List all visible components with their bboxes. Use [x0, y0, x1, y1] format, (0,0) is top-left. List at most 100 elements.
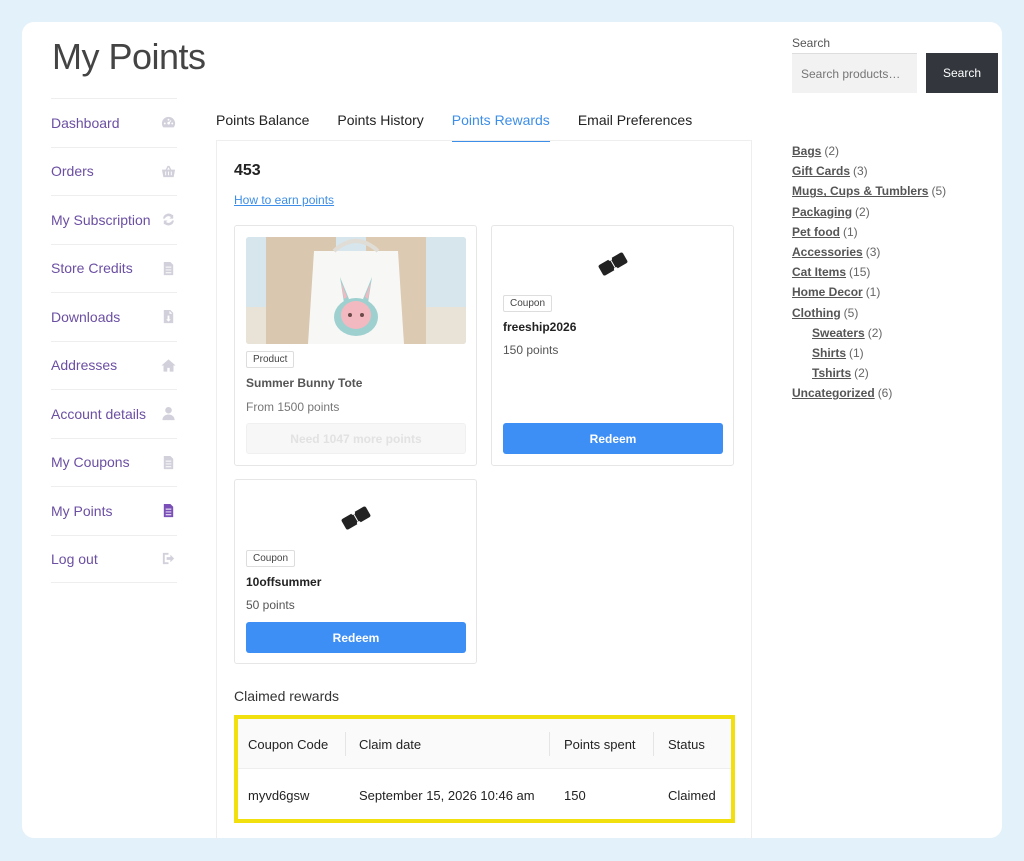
- nav-label: Downloads: [51, 308, 121, 325]
- tab-points-balance[interactable]: Points Balance: [216, 104, 309, 142]
- category-count: (1): [865, 285, 881, 300]
- dashboard-icon: [159, 114, 177, 132]
- cell-status: Claimed: [668, 787, 716, 803]
- nav-item-dashboard[interactable]: Dashboard: [51, 98, 177, 147]
- reward-points: From 1500 points: [246, 400, 340, 414]
- nav-item-addresses[interactable]: Addresses: [51, 340, 177, 390]
- document-icon: [159, 259, 177, 277]
- redeem-button[interactable]: Redeem: [246, 622, 466, 653]
- reward-points: 50 points: [246, 598, 295, 612]
- category-link[interactable]: Gift Cards: [792, 164, 850, 178]
- nav-item-account-details[interactable]: Account details: [51, 389, 177, 438]
- nav-label: Log out: [51, 550, 98, 567]
- category-count: (1): [843, 224, 858, 239]
- points-balance-value: 453: [234, 162, 261, 179]
- category-link[interactable]: Cat Items: [792, 265, 846, 279]
- nav-label: Dashboard: [51, 114, 120, 131]
- category-link[interactable]: Uncategorized: [792, 386, 875, 400]
- category-link[interactable]: Sweaters: [812, 326, 865, 340]
- home-icon: [159, 356, 177, 374]
- category-item: Packaging (2): [792, 202, 946, 222]
- page-title: My Points: [52, 36, 206, 77]
- tab-email-preferences[interactable]: Email Preferences: [578, 104, 692, 142]
- user-icon: [159, 405, 177, 423]
- category-item: Gift Cards (3): [792, 161, 946, 181]
- category-link[interactable]: Packaging: [792, 205, 852, 219]
- cell-coupon-code: myvd6gsw: [248, 787, 310, 803]
- tab-points-history[interactable]: Points History: [337, 104, 423, 142]
- basket-icon: [159, 162, 177, 180]
- nav-item-store-credits[interactable]: Store Credits: [51, 243, 177, 293]
- category-link[interactable]: Tshirts: [812, 366, 851, 380]
- nav-item-orders[interactable]: Orders: [51, 146, 177, 196]
- category-item: Cat Items (15): [792, 262, 946, 282]
- nav-item-my-subscription[interactable]: My Subscription: [51, 195, 177, 244]
- logout-icon: [159, 550, 177, 568]
- category-link[interactable]: Pet food: [792, 225, 840, 239]
- points-tabs: Points Balance Points History Points Rew…: [216, 104, 720, 142]
- category-link[interactable]: Bags: [792, 144, 821, 158]
- table-header-row: Coupon Code Claim date Points spent Stat…: [238, 719, 731, 769]
- nav-label: Account details: [51, 405, 146, 422]
- category-link[interactable]: Accessories: [792, 245, 863, 259]
- search-input[interactable]: [792, 53, 917, 93]
- category-count: (2): [824, 144, 840, 159]
- reward-card-coupon: Coupon freeship2026 150 points Redeem: [491, 225, 734, 466]
- nav-label: My Points: [51, 502, 113, 519]
- reward-card-coupon: Coupon 10offsummer 50 points Redeem: [234, 479, 477, 664]
- category-link[interactable]: Home Decor: [792, 285, 863, 299]
- category-item: Uncategorized (6): [792, 383, 946, 403]
- reward-type-badge: Coupon: [246, 550, 296, 567]
- nav-item-my-coupons[interactable]: My Coupons: [51, 437, 177, 487]
- category-item: Accessories (3): [792, 242, 946, 262]
- category-count: (2): [867, 325, 883, 340]
- cell-points-spent: 150: [564, 787, 586, 803]
- document-icon: [159, 453, 177, 471]
- document-icon: [159, 502, 177, 520]
- category-item: Clothing (5): [792, 303, 946, 323]
- product-categories: Bags (2) Gift Cards (3) Mugs, Cups & Tumbl…: [792, 141, 946, 403]
- subcategory-item: Tshirts (2): [792, 363, 946, 383]
- column-header-status: Status: [668, 736, 705, 752]
- nav-label: Store Credits: [51, 260, 133, 277]
- subcategory-item: Shirts (1): [792, 343, 946, 363]
- nav-label: Addresses: [51, 357, 118, 374]
- column-header-claim-date: Claim date: [359, 736, 422, 752]
- ticket-icon: [341, 506, 371, 530]
- how-to-earn-link[interactable]: How to earn points: [234, 193, 334, 207]
- search-button[interactable]: Search: [926, 53, 998, 93]
- reward-points: 150 points: [503, 343, 559, 357]
- category-count: (15): [849, 265, 871, 280]
- category-link[interactable]: Mugs, Cups & Tumblers: [792, 184, 928, 198]
- search-label: Search: [792, 36, 831, 50]
- cell-claim-date: September 15, 2026 10:46 am: [359, 787, 535, 803]
- category-item: Home Decor (1): [792, 282, 946, 302]
- subcategory-item: Sweaters (2): [792, 323, 946, 343]
- product-image: [246, 237, 466, 344]
- category-link[interactable]: Clothing: [792, 306, 841, 320]
- category-count: (5): [931, 184, 947, 199]
- reward-type-badge: Product: [246, 351, 295, 368]
- claimed-rewards-heading: Claimed rewards: [234, 688, 340, 704]
- reward-type-badge: Coupon: [503, 295, 553, 312]
- nav-label: Orders: [51, 163, 94, 180]
- table-row: myvd6gsw September 15, 2026 10:46 am 150…: [238, 770, 731, 820]
- category-count: (5): [843, 305, 859, 320]
- refresh-icon: [159, 211, 177, 229]
- account-navigation: Dashboard Orders My Subscription Store C…: [51, 98, 177, 583]
- nav-label: My Subscription: [51, 211, 151, 228]
- redeem-button[interactable]: Redeem: [503, 423, 723, 454]
- category-item: Bags (2): [792, 141, 946, 161]
- category-count: (2): [854, 366, 869, 381]
- column-header-points-spent: Points spent: [564, 736, 636, 752]
- column-header-coupon-code: Coupon Code: [248, 736, 329, 752]
- tab-points-rewards[interactable]: Points Rewards: [451, 104, 550, 142]
- category-count: (3): [853, 164, 868, 179]
- need-more-points-button: Need 1047 more points: [246, 423, 466, 454]
- reward-title: 10offsummer: [246, 575, 322, 589]
- nav-item-my-points[interactable]: My Points: [51, 486, 177, 535]
- category-item: Mugs, Cups & Tumblers (5): [792, 181, 946, 201]
- category-link[interactable]: Shirts: [812, 346, 846, 360]
- nav-item-downloads[interactable]: Downloads: [51, 292, 177, 341]
- nav-item-log-out[interactable]: Log out: [51, 534, 177, 583]
